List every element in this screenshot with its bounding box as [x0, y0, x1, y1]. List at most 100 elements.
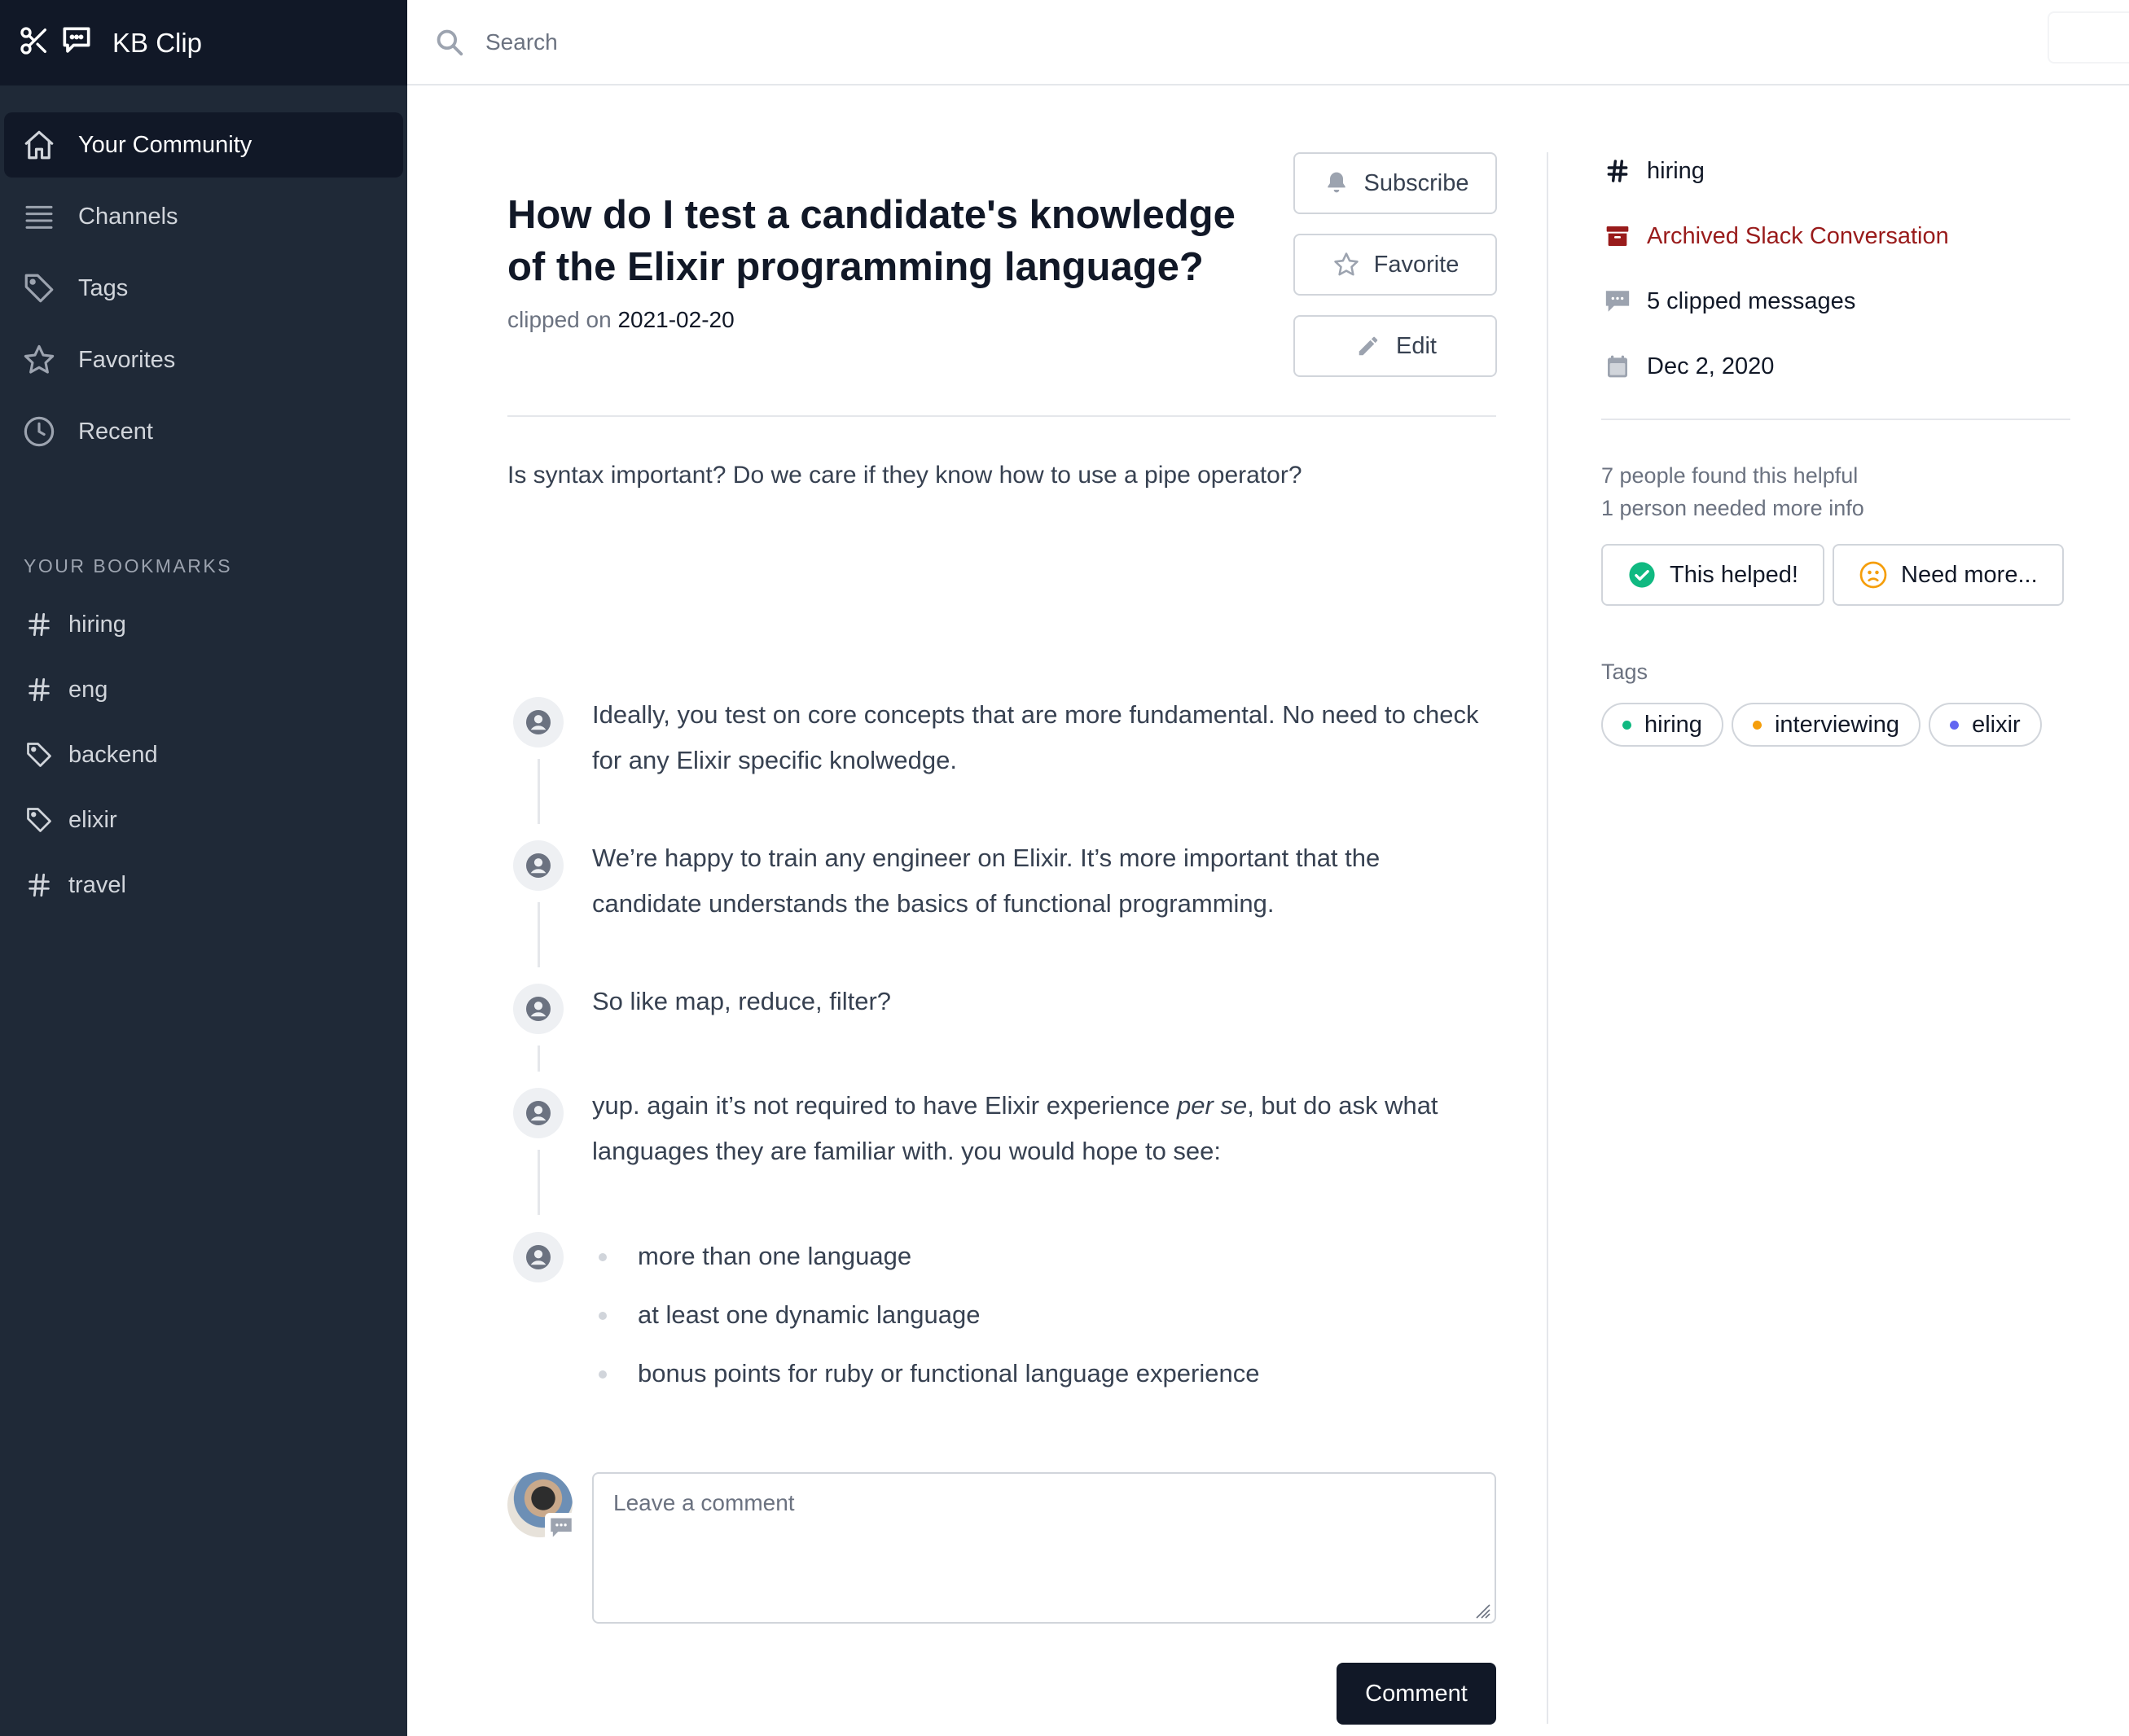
comment-button[interactable]: Comment: [1337, 1663, 1496, 1725]
tag-label: interviewing: [1774, 711, 1900, 738]
tag-label: hiring: [1644, 711, 1702, 738]
comment-input[interactable]: [592, 1472, 1496, 1624]
channels-icon: [18, 195, 60, 238]
chat-bubble-icon: [1601, 285, 1634, 318]
nav-item-label: Favorites: [78, 346, 176, 373]
subscribe-button[interactable]: Subscribe: [1293, 152, 1497, 214]
bullet-item: at least one dynamic language: [592, 1286, 1496, 1344]
clipped-date: clipped on 2021-02-20: [507, 307, 735, 333]
column-divider: [1547, 152, 1548, 1724]
nav-item-your-community[interactable]: Your Community: [4, 112, 403, 178]
bookmarks-heading: YOUR BOOKMARKS: [24, 555, 233, 576]
question-text: Is syntax important? Do we care if they …: [507, 462, 1302, 489]
meta-channel-label: hiring: [1647, 157, 1705, 184]
bullet-item: more than one language: [592, 1227, 1496, 1286]
needed-more-count: 1 person needed more info: [1601, 496, 1864, 520]
bookmark-elixir[interactable]: elixir: [0, 787, 407, 853]
bullet-item: bonus points for ruby or functional lang…: [592, 1344, 1496, 1403]
title-divider: [507, 415, 1496, 417]
tag-elixir[interactable]: elixir: [1929, 703, 2042, 747]
meta-messages: 5 clipped messages: [1601, 269, 2070, 334]
tag-icon: [23, 739, 55, 771]
side-divider: [1601, 419, 2070, 420]
edit-button[interactable]: Edit: [1293, 315, 1497, 377]
clipped-date-value: 2021-02-20: [617, 307, 735, 332]
thread-line: [538, 1046, 540, 1072]
user-avatar-icon: [513, 840, 564, 891]
bookmarks-list: hiring eng backend elixir travel: [0, 592, 407, 918]
need-more-label: Need more...: [1901, 561, 2038, 588]
calendar-icon: [1601, 350, 1634, 383]
resize-handle-icon[interactable]: [1473, 1602, 1491, 1620]
message-text-emphasis: per se: [1177, 1091, 1248, 1120]
message-text: Ideally, you test on core concepts that …: [592, 700, 1479, 774]
thread-line: [538, 902, 540, 967]
bookmark-label: backend: [68, 741, 158, 768]
bell-icon: [1322, 169, 1351, 198]
tags-heading: Tags: [1601, 660, 1648, 684]
check-circle-icon: [1627, 560, 1657, 590]
bookmark-label: hiring: [68, 611, 126, 638]
chat-icon: [59, 23, 94, 63]
user-avatar-icon: [513, 1088, 564, 1138]
user-avatar-icon: [513, 1232, 564, 1282]
current-user-avatar: [507, 1472, 577, 1542]
sidebar: KB Clip Your Community Channels Tags Fav…: [0, 0, 407, 1736]
nav-item-label: Tags: [78, 274, 129, 301]
favorite-label: Favorite: [1373, 251, 1460, 278]
star-icon: [18, 339, 60, 381]
top-right-button[interactable]: [2048, 11, 2129, 64]
meta-date: Dec 2, 2020: [1601, 334, 2070, 399]
message-text: We’re happy to train any engineer on Eli…: [592, 844, 1381, 918]
pencil-icon: [1354, 331, 1383, 361]
clip-sidebar: hiring Archived Slack Conversation 5 cli…: [1601, 138, 2070, 747]
thread-line: [538, 759, 540, 824]
nav-item-label: Channels: [78, 203, 178, 230]
search-input[interactable]: [485, 28, 1463, 55]
tag-label: elixir: [1972, 711, 2021, 738]
bookmark-eng[interactable]: eng: [0, 657, 407, 722]
bookmark-hiring[interactable]: hiring: [0, 592, 407, 657]
edit-label: Edit: [1396, 332, 1437, 359]
meta-source[interactable]: Archived Slack Conversation: [1601, 204, 2070, 269]
favorite-button[interactable]: Favorite: [1293, 234, 1497, 296]
bullet-list: more than one language at least one dyna…: [592, 1227, 1496, 1403]
brand[interactable]: KB Clip: [0, 0, 407, 85]
tag-dot: [1622, 720, 1631, 730]
bookmark-label: travel: [68, 871, 126, 898]
tag-hiring[interactable]: hiring: [1601, 703, 1723, 747]
subscribe-label: Subscribe: [1363, 169, 1469, 196]
helpful-stats: 7 people found this helpful 1 person nee…: [1601, 459, 2070, 524]
tag-list: hiring interviewing elixir: [1601, 703, 2070, 747]
nav-item-channels[interactable]: Channels: [4, 184, 403, 249]
nav-item-tags[interactable]: Tags: [4, 256, 403, 321]
brand-logo: [18, 23, 94, 63]
message-text: yup. again it’s not required to have Eli…: [592, 1083, 1496, 1174]
frown-face-icon: [1859, 560, 1888, 590]
star-icon: [1332, 250, 1361, 279]
meta-channel[interactable]: hiring: [1601, 138, 2070, 204]
bookmark-travel[interactable]: travel: [0, 853, 407, 918]
hash-icon: [1601, 155, 1634, 187]
page-title: How do I test a candidate's knowledge of…: [507, 193, 1236, 289]
need-more-button[interactable]: Need more...: [1833, 544, 2064, 606]
bookmark-label: eng: [68, 676, 108, 703]
user-avatar-icon: [513, 984, 564, 1034]
this-helped-button[interactable]: This helped!: [1601, 544, 1824, 606]
helpful-count: 7 people found this helpful: [1601, 463, 1859, 488]
meta-source-label: Archived Slack Conversation: [1647, 222, 1949, 249]
hash-icon: [23, 608, 55, 641]
tag-dot: [1950, 720, 1960, 730]
tag-dot: [1752, 720, 1762, 730]
nav-item-recent[interactable]: Recent: [4, 399, 403, 464]
message-text: more than one language at least one dyna…: [592, 1227, 1496, 1403]
clipped-prefix: clipped on: [507, 307, 612, 332]
tag-icon: [18, 267, 60, 309]
app-title: KB Clip: [112, 27, 203, 58]
message-text: So like map, reduce, filter?: [592, 987, 892, 1015]
nav-item-label: Recent: [78, 418, 153, 445]
message-text-part: yup. again it’s not required to have Eli…: [592, 1091, 1178, 1120]
nav-item-favorites[interactable]: Favorites: [4, 327, 403, 392]
tag-interviewing[interactable]: interviewing: [1731, 703, 1921, 747]
bookmark-backend[interactable]: backend: [0, 722, 407, 787]
